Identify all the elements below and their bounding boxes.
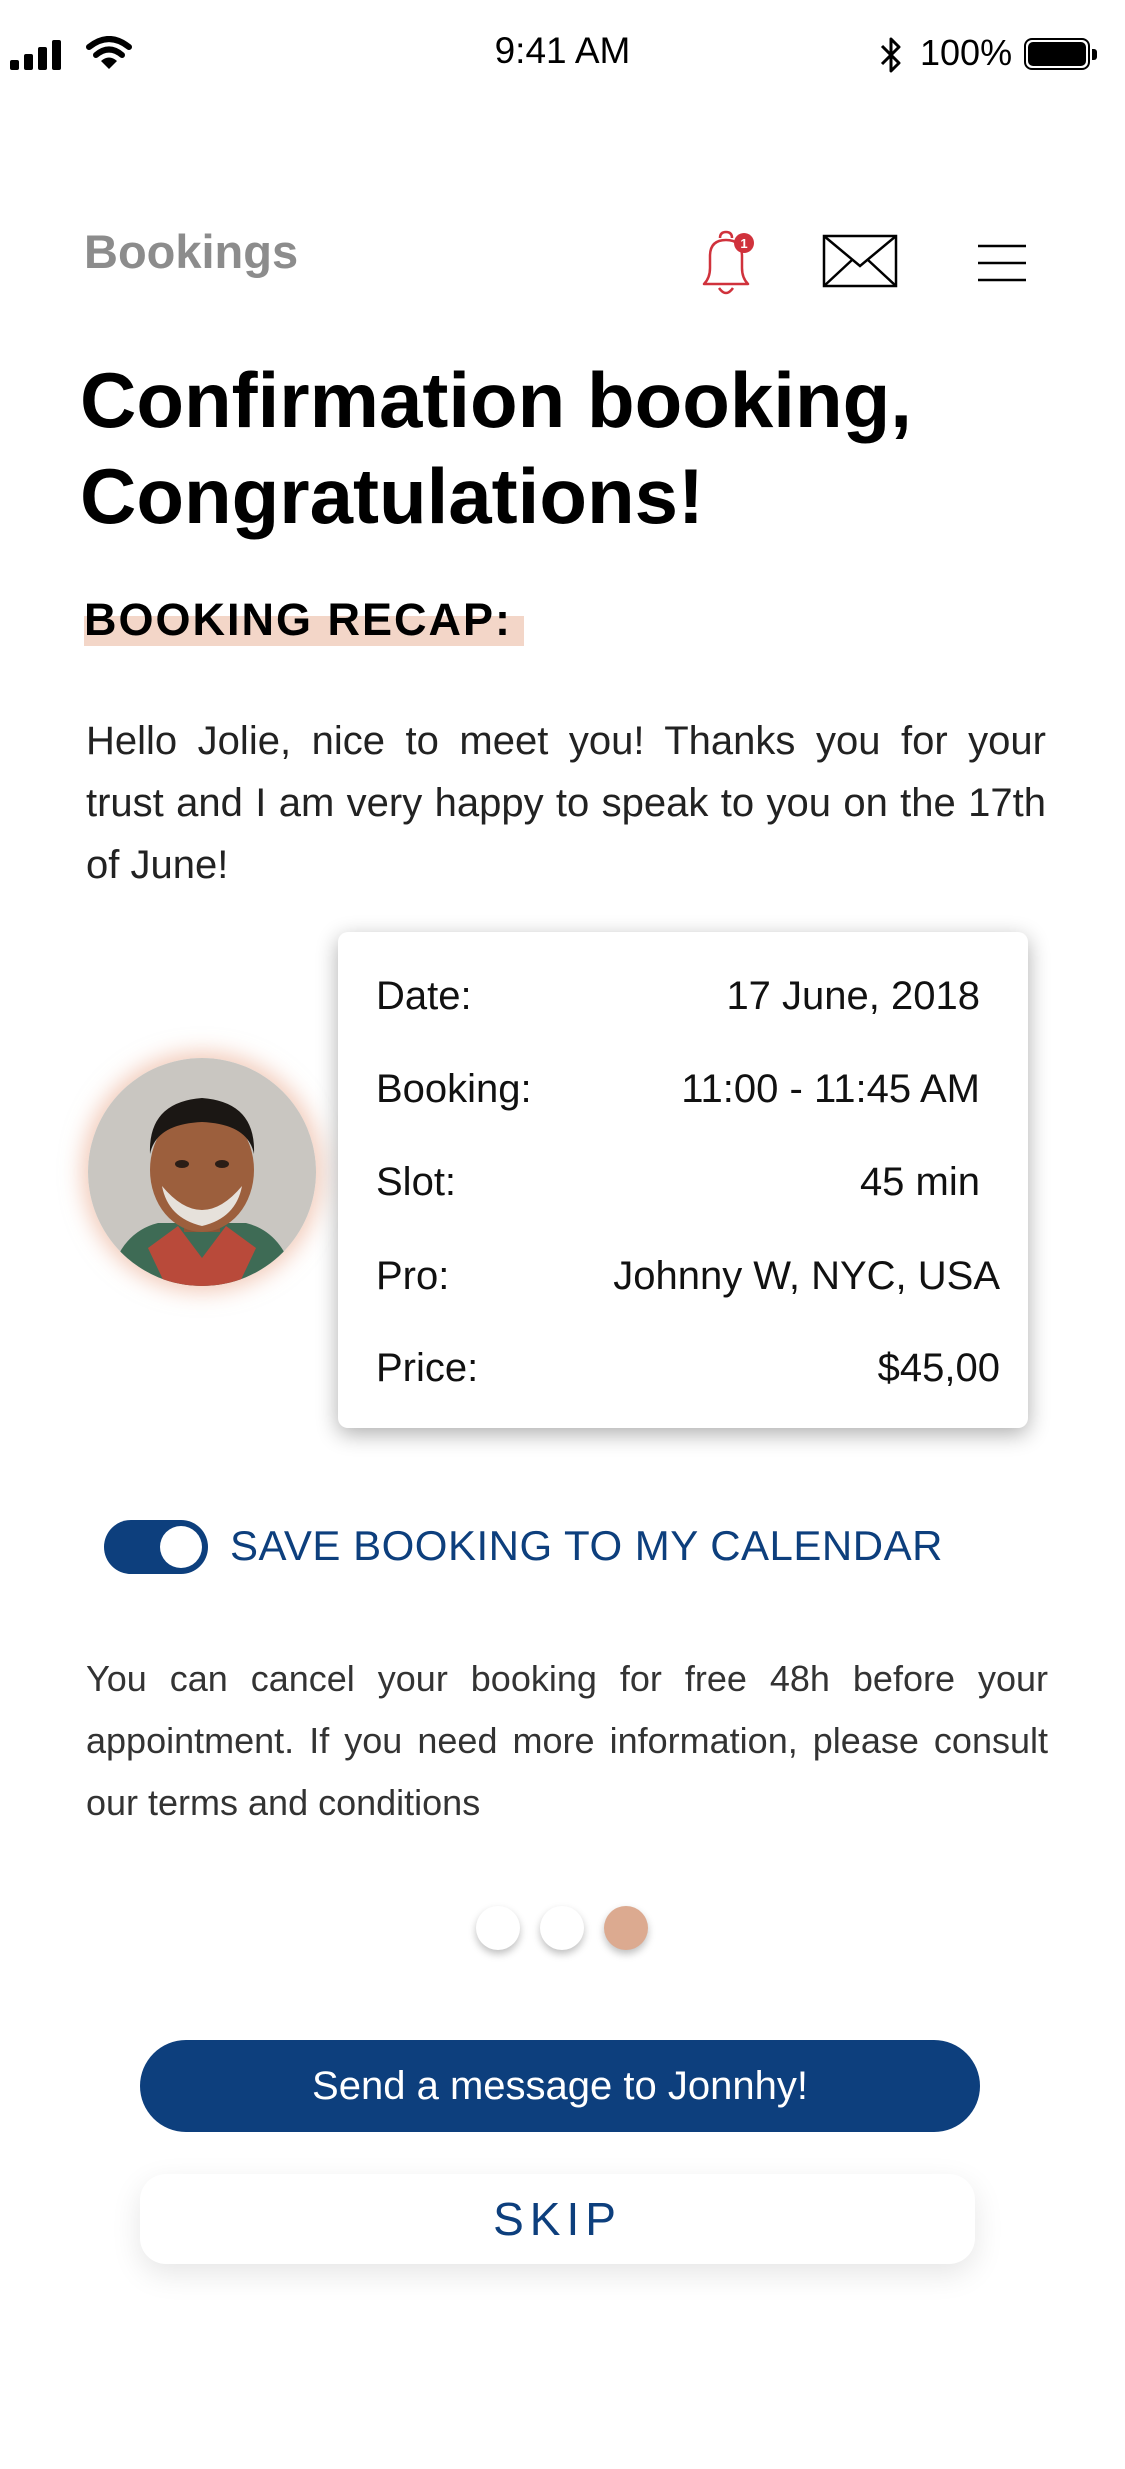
recap-label: BOOKING RECAP: <box>84 594 513 645</box>
page-dot-2[interactable] <box>540 1906 584 1950</box>
page-section-title: Bookings <box>84 225 299 278</box>
notifications-button[interactable]: 1 <box>692 228 758 300</box>
pro-photo <box>88 1058 316 1286</box>
intro-text: Hello Jolie, nice to meet you! Thanks yo… <box>86 719 1046 887</box>
row-label: Booking: <box>376 1067 532 1111</box>
row-label: Date: <box>376 974 472 1018</box>
page-title: Confirmation booking, Congratulations! <box>80 352 1080 544</box>
save-to-calendar-label[interactable]: SAVE BOOKING TO MY CALENDAR <box>230 1522 943 1570</box>
recap-heading: BOOKING RECAP: <box>84 594 524 646</box>
battery-icon <box>1024 38 1097 70</box>
messages-button[interactable] <box>822 234 898 288</box>
status-bar: 9:41 AM 100% <box>0 0 1125 110</box>
send-message-button[interactable]: Send a message to Jonnhy! <box>140 2040 980 2132</box>
booking-row-date: Date: 17 June, 2018 <box>376 974 1000 1034</box>
booking-row-price: Price: $45,00 <box>376 1346 1000 1406</box>
row-label: Price: <box>376 1346 479 1390</box>
page-title-line2: Congratulations! <box>80 452 704 540</box>
battery-percentage: 100% <box>920 32 1013 73</box>
row-value: 17 June, 2018 <box>726 974 980 1018</box>
booking-summary-card: Date: 17 June, 2018 Booking: 11:00 - 11:… <box>338 932 1028 1428</box>
avatar <box>88 1058 316 1286</box>
skip-button[interactable]: SKIP <box>140 2174 975 2264</box>
mail-icon <box>822 234 898 288</box>
notification-badge: 1 <box>740 236 747 251</box>
booking-row-pro: Pro: Johnny W, NYC, USA <box>376 1254 1000 1314</box>
page-title-line1: Confirmation booking, <box>80 356 912 444</box>
row-value: 11:00 - 11:45 AM <box>681 1067 980 1111</box>
page-dot-1[interactable] <box>476 1906 520 1950</box>
row-value: 45 min <box>859 1160 980 1204</box>
booking-row-time: Booking: 11:00 - 11:45 AM <box>376 1067 1000 1127</box>
bluetooth-icon <box>880 37 901 73</box>
save-to-calendar-toggle[interactable] <box>104 1520 208 1574</box>
row-value: Johnny W, NYC, USA <box>613 1254 1000 1298</box>
menu-button[interactable] <box>976 242 1028 284</box>
row-value: $45,00 <box>877 1346 1000 1390</box>
booking-row-slot: Slot: 45 min <box>376 1160 1000 1220</box>
page-dot-3-active[interactable] <box>604 1906 648 1950</box>
bell-icon: 1 <box>702 230 754 295</box>
cancellation-note: You can cancel your booking for free 48h… <box>86 1658 1048 1823</box>
toggle-knob <box>160 1526 202 1568</box>
row-label: Slot: <box>376 1160 457 1204</box>
menu-icon <box>978 244 1026 282</box>
row-label: Pro: <box>376 1254 450 1298</box>
